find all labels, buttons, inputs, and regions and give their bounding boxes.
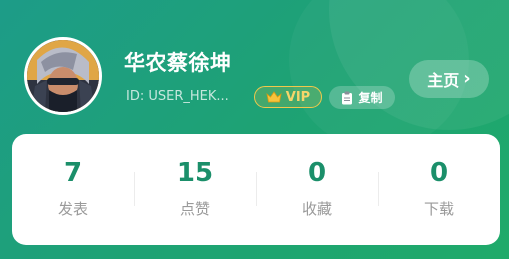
vip-label: VIP [285, 89, 311, 105]
stats-card: 7 发表 15 点赞 0 收藏 0 下载 [12, 134, 500, 245]
stat-value: 7 [63, 158, 83, 188]
stat-downloads[interactable]: 0 下载 [378, 134, 500, 245]
chevron-right-icon: › [463, 68, 471, 89]
vip-badge[interactable]: VIP [254, 86, 322, 108]
stat-label: 点赞 [179, 200, 210, 218]
clipboard-icon [342, 91, 353, 104]
stat-value: 0 [307, 158, 327, 188]
stat-value: 15 [176, 158, 214, 188]
copy-id-button[interactable]: 复制 [329, 86, 395, 109]
user-id: ID: USER_HEK... [126, 89, 229, 104]
home-button[interactable]: 主页 › [409, 60, 489, 98]
profile-name: 华农蔡徐坤 [124, 51, 232, 75]
copy-label: 复制 [358, 91, 383, 105]
stat-favorites[interactable]: 0 收藏 [256, 134, 378, 245]
stat-posts[interactable]: 7 发表 [12, 134, 134, 245]
crown-icon [266, 91, 282, 103]
avatar[interactable] [24, 37, 102, 115]
stat-label: 发表 [57, 200, 88, 218]
stat-likes[interactable]: 15 点赞 [134, 134, 256, 245]
stat-label: 收藏 [301, 200, 332, 218]
stat-value: 0 [429, 158, 449, 188]
avatar-image [27, 40, 99, 112]
profile-header: 华农蔡徐坤 ID: USER_HEK... VIP 复制 主页 › 7 发表 1… [0, 0, 509, 259]
stat-label: 下载 [423, 200, 454, 218]
home-label: 主页 [427, 71, 460, 90]
